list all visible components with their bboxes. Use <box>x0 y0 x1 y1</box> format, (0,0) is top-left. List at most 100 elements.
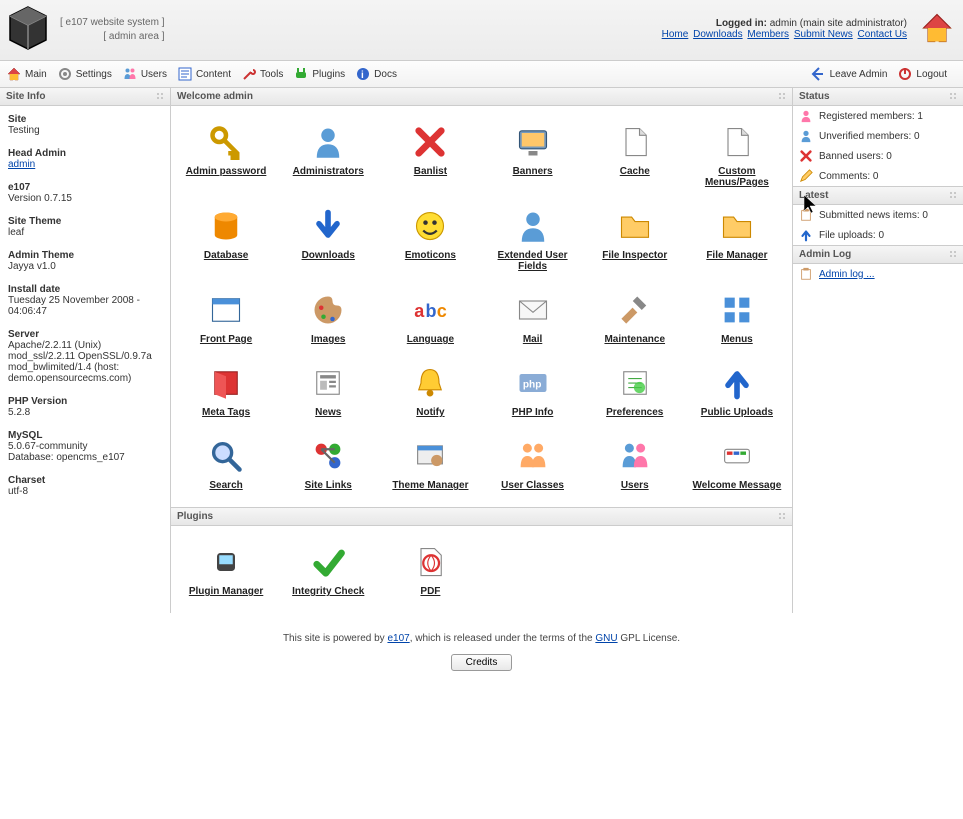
header: [ e107 website system ] [ admin area ] L… <box>0 0 963 61</box>
person-q-icon <box>799 129 813 143</box>
tools-icon <box>241 66 257 82</box>
images[interactable]: Images <box>277 290 379 345</box>
file-manager-label: File Manager <box>706 250 767 261</box>
rightbar: Status Registered members: 1 Unverified … <box>792 88 963 613</box>
nav-users[interactable]: Users <box>122 66 167 82</box>
admin-area-label: [ admin area ] <box>60 30 165 44</box>
maintenance[interactable]: Maintenance <box>584 290 686 345</box>
sidebar-info-link[interactable]: admin <box>8 159 35 170</box>
x-icon <box>799 149 813 163</box>
database[interactable]: Database <box>175 206 277 272</box>
menus[interactable]: Menus <box>686 290 788 345</box>
navbar: Main Settings Users Content Tools Plugin… <box>0 61 963 88</box>
search[interactable]: Search <box>175 436 277 491</box>
sidebar-info-label: PHP Version <box>8 396 162 407</box>
extended-user-fields[interactable]: Extended User Fields <box>481 206 583 272</box>
status-registered: Registered members: 1 <box>793 106 963 126</box>
public-uploads[interactable]: Public Uploads <box>686 363 788 418</box>
sidebar-info-value: Version 0.7.15 <box>8 193 162 204</box>
plugins-icon-grid: Plugin Manager Integrity Check PDF <box>171 526 792 613</box>
sidebar-info-label: Site <box>8 114 162 125</box>
footer-link-gnu[interactable]: GNU <box>595 633 617 644</box>
cache[interactable]: Cache <box>584 122 686 188</box>
integrity-check[interactable]: Integrity Check <box>277 542 379 597</box>
theme-manager-icon <box>410 436 450 476</box>
nav-main[interactable]: Main <box>6 66 47 82</box>
nav-plugins[interactable]: Plugins <box>293 66 345 82</box>
pdf-label: PDF <box>420 586 440 597</box>
custom-menus-label: Custom Menus/Pages <box>687 166 787 188</box>
sidebar-info-block: MySQL5.0.67-community Database: opencms_… <box>8 430 162 463</box>
mail[interactable]: Mail <box>481 290 583 345</box>
sidebar-info-label: Site Theme <box>8 216 162 227</box>
users[interactable]: Users <box>584 436 686 491</box>
meta-tags[interactable]: Meta Tags <box>175 363 277 418</box>
sidebar-info-block: PHP Version5.2.8 <box>8 396 162 418</box>
link-home[interactable]: Home <box>662 29 689 40</box>
theme-manager[interactable]: Theme Manager <box>379 436 481 491</box>
notify[interactable]: Notify <box>379 363 481 418</box>
status-comments: Comments: 0 <box>793 166 963 186</box>
nav-logout[interactable]: Logout <box>897 66 947 82</box>
preferences-label: Preferences <box>606 407 663 418</box>
info-icon <box>355 66 371 82</box>
integrity-check-label: Integrity Check <box>292 586 364 597</box>
php-info-icon <box>513 363 553 403</box>
nav-settings[interactable]: Settings <box>57 66 112 82</box>
banlist[interactable]: Banlist <box>379 122 481 188</box>
downloads[interactable]: Downloads <box>277 206 379 272</box>
file-manager[interactable]: File Manager <box>686 206 788 272</box>
file-inspector[interactable]: File Inspector <box>584 206 686 272</box>
sidebar-info-block: Head Adminadmin <box>8 148 162 170</box>
emoticons[interactable]: Emoticons <box>379 206 481 272</box>
images-icon <box>308 290 348 330</box>
person-icon <box>799 109 813 123</box>
link-downloads[interactable]: Downloads <box>693 29 742 40</box>
status-title: Status <box>793 88 963 106</box>
nav-tools[interactable]: Tools <box>241 66 283 82</box>
welcome-message[interactable]: Welcome Message <box>686 436 788 491</box>
nav-docs[interactable]: Docs <box>355 66 397 82</box>
link-submit-news[interactable]: Submit News <box>794 29 853 40</box>
admin-icon-grid: Admin passwordAdministratorsBanlistBanne… <box>171 106 792 507</box>
sidebar-info-label: MySQL <box>8 430 162 441</box>
custom-menus[interactable]: Custom Menus/Pages <box>686 122 788 188</box>
content-area: Welcome admin Admin passwordAdministrato… <box>171 88 792 613</box>
news[interactable]: News <box>277 363 379 418</box>
sidebar-info-block: Site Themeleaf <box>8 216 162 238</box>
link-contact-us[interactable]: Contact Us <box>858 29 907 40</box>
site-links[interactable]: Site Links <box>277 436 379 491</box>
site-links-icon <box>308 436 348 476</box>
pdf[interactable]: PDF <box>379 542 481 597</box>
front-page[interactable]: Front Page <box>175 290 277 345</box>
credits-button[interactable]: Credits <box>451 654 513 671</box>
sidebar-info-value: 5.2.8 <box>8 407 162 418</box>
sidebar: Site Info SiteTestingHead Adminadmine107… <box>0 88 171 613</box>
adminlog-link[interactable]: Admin log ... <box>819 269 875 280</box>
leave-icon <box>811 66 827 82</box>
sidebar-title: Site Info <box>0 88 170 106</box>
language[interactable]: Language <box>379 290 481 345</box>
administrators[interactable]: Administrators <box>277 122 379 188</box>
banlist-icon <box>410 122 450 162</box>
sidebar-info-value: Tuesday 25 November 2008 - 04:06:47 <box>8 295 162 317</box>
footer-link-e107[interactable]: e107 <box>387 633 409 644</box>
user-classes[interactable]: User Classes <box>481 436 583 491</box>
extended-user-fields-icon <box>513 206 553 246</box>
admin-password[interactable]: Admin password <box>175 122 277 188</box>
php-info[interactable]: PHP Info <box>481 363 583 418</box>
administrators-icon <box>308 122 348 162</box>
plugin-manager[interactable]: Plugin Manager <box>175 542 277 597</box>
logged-in-user: admin (main site administrator) <box>770 18 907 29</box>
link-members[interactable]: Members <box>747 29 789 40</box>
sidebar-info-block: Admin ThemeJayya v1.0 <box>8 250 162 272</box>
preferences[interactable]: Preferences <box>584 363 686 418</box>
custom-menus-icon <box>717 122 757 162</box>
upload-icon <box>799 228 813 242</box>
maintenance-label: Maintenance <box>604 334 665 345</box>
nav-leave-admin[interactable]: Leave Admin <box>811 66 888 82</box>
welcome-message-icon <box>717 436 757 476</box>
home-icon[interactable] <box>919 10 955 46</box>
nav-content[interactable]: Content <box>177 66 231 82</box>
banners[interactable]: Banners <box>481 122 583 188</box>
